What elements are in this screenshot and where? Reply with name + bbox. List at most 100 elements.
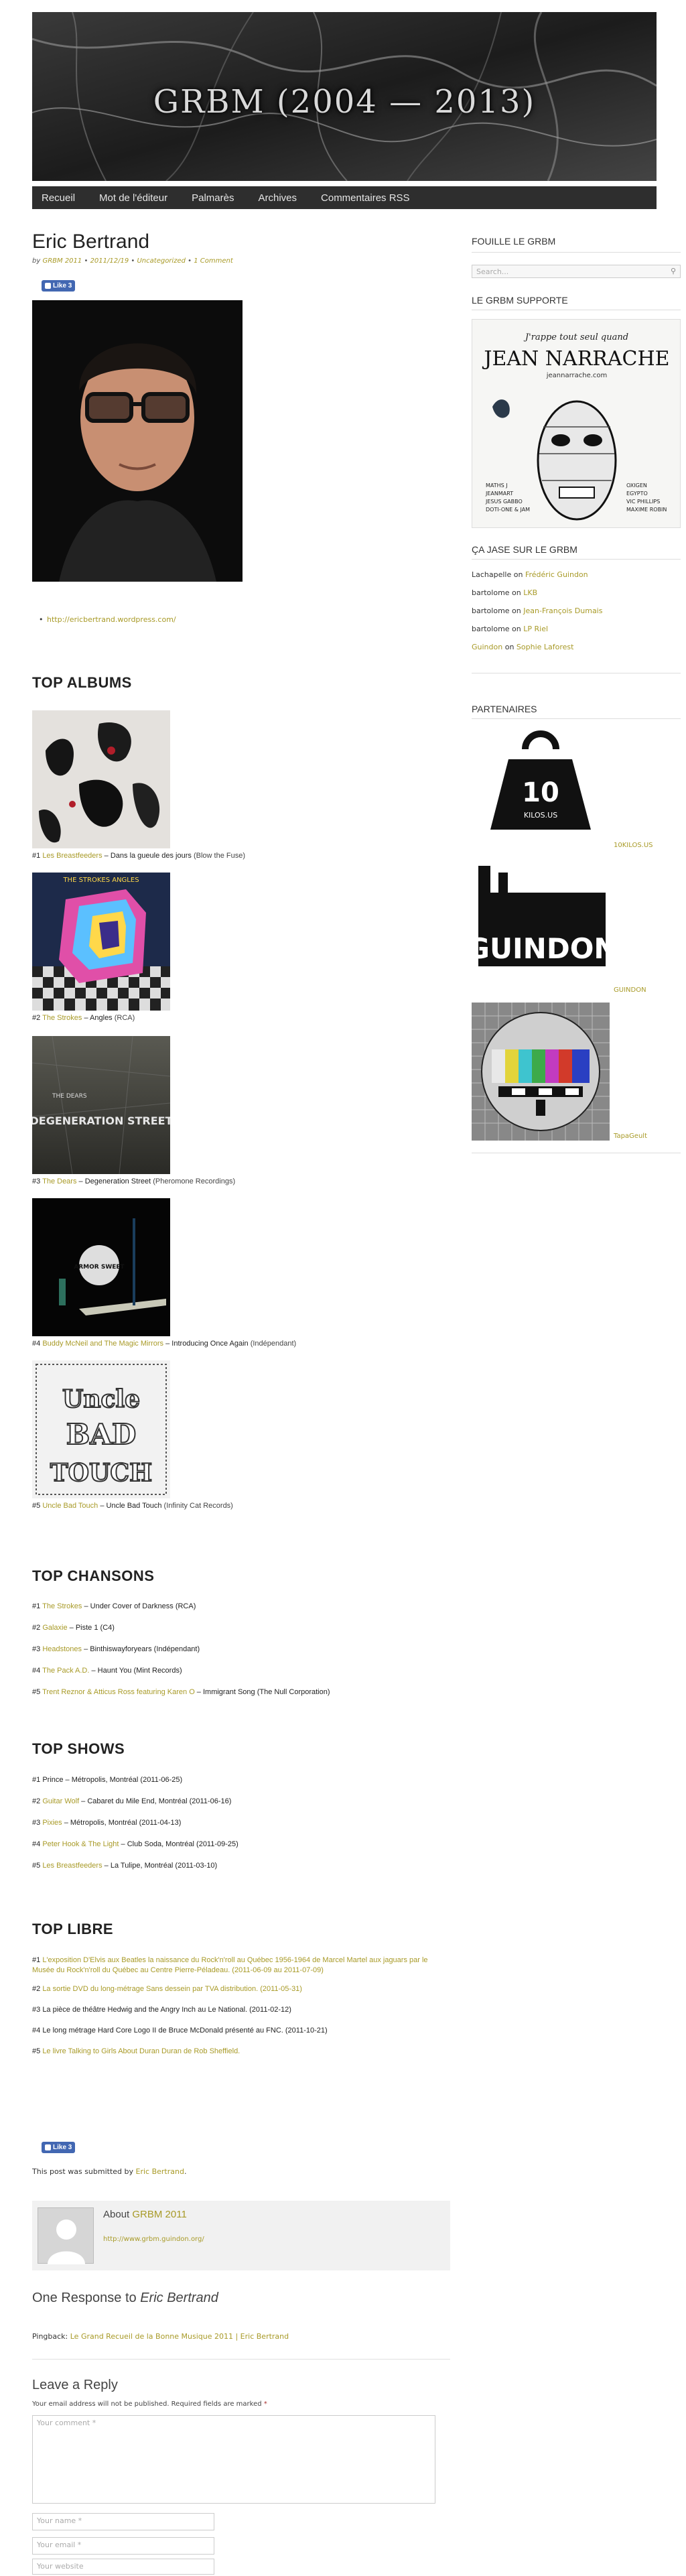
search-input[interactable]: Search... ⚲ xyxy=(472,265,681,278)
comment-on: on xyxy=(509,625,524,633)
svg-text:EGYPTO: EGYPTO xyxy=(626,491,648,497)
rank: #2 xyxy=(32,1624,41,1632)
artist-link[interactable]: The Dears xyxy=(42,1177,76,1185)
nav-item-mot-editeur[interactable]: Mot de l'éditeur xyxy=(99,192,167,204)
comment-post-link[interactable]: Frédéric Guindon xyxy=(525,570,588,579)
email-placeholder: Your email * xyxy=(37,2540,82,2549)
album-cover-strokes[interactable]: THE STROKES ANGLES xyxy=(32,873,170,1011)
submitted-author-link[interactable]: Eric Bertrand xyxy=(136,2167,184,2176)
meta-author-link[interactable]: GRBM 2011 xyxy=(42,257,82,265)
top-libre-heading: TOP LIBRE xyxy=(32,1921,114,1937)
partner-link-guindon[interactable]: GUINDON xyxy=(614,986,646,994)
name-placeholder: Your name * xyxy=(37,2516,82,2525)
cover-text: TOUCH xyxy=(50,1459,152,1487)
comment-textarea[interactable]: Your comment * xyxy=(32,2415,435,2504)
artist-link[interactable]: Les Breastfeeders xyxy=(42,1862,102,1870)
jean-narrache-ad[interactable]: J'rappe tout seul quand JEAN NARRACHE je… xyxy=(472,319,681,528)
author-url-link[interactable]: http://www.grbm.guindon.org/ xyxy=(103,2236,204,2243)
nav-item-recueil[interactable]: Recueil xyxy=(42,192,75,204)
cover-art: ARMOR SWEET xyxy=(32,1198,170,1336)
meta-category-link[interactable]: Uncategorized xyxy=(137,257,185,265)
svg-text:VIC PHILLIPS: VIC PHILLIPS xyxy=(626,499,660,505)
divider xyxy=(472,252,681,253)
rank: #5 xyxy=(32,1502,41,1510)
artist-link[interactable]: Uncle Bad Touch xyxy=(42,1502,98,1510)
album-cover-dears[interactable]: THE DEARS DEGENERATION STREET xyxy=(32,1036,170,1174)
meta-comments-link[interactable]: 1 Comment xyxy=(194,257,233,265)
libre-link[interactable]: La sortie DVD du long-métrage Sans desse… xyxy=(42,1985,302,1993)
svg-text:10: 10 xyxy=(522,777,559,808)
libre-link[interactable]: Le livre Talking to Girls About Duran Du… xyxy=(42,2047,240,2055)
fb-like-button-bottom[interactable]: Like 3 xyxy=(42,2142,76,2153)
partner-logo-10kilos[interactable]: 10 KILOS.US xyxy=(472,729,610,847)
required-mark: * xyxy=(263,2400,267,2408)
album-caption-3: #3 The Dears – Degeneration Street (Pher… xyxy=(32,1177,235,1185)
name-field[interactable]: Your name * xyxy=(32,2513,214,2530)
svg-text:JESUS GABBO: JESUS GABBO xyxy=(485,499,523,505)
comment-post-link[interactable]: LP Riel xyxy=(523,625,548,633)
submitted-prefix: This post was submitted by xyxy=(32,2167,136,2176)
top-shows-heading: TOP SHOWS xyxy=(32,1740,125,1757)
header-banner[interactable]: GRBM (2004 — 2013) xyxy=(32,12,657,181)
song-title: Haunt You xyxy=(97,1667,132,1675)
album-caption-2: #2 The Strokes – Angles (RCA) xyxy=(32,1014,135,1022)
cover-art xyxy=(32,710,170,848)
search-placeholder: Search... xyxy=(476,267,509,276)
top-chansons-heading: TOP CHANSONS xyxy=(32,1567,155,1584)
artist-link[interactable]: Guitar Wolf xyxy=(42,1797,79,1805)
reply-note-text: Your email address will not be published… xyxy=(32,2400,264,2408)
comment-placeholder: Your comment * xyxy=(37,2419,96,2427)
show-text: – Club Soda, Montréal (2011-09-25) xyxy=(119,1840,238,1848)
artist-link[interactable]: Pixies xyxy=(42,1819,62,1827)
album-cover-mcneil[interactable]: ARMOR SWEET xyxy=(32,1198,170,1336)
sep: – xyxy=(194,1688,203,1696)
artist-link[interactable]: Buddy McNeil and The Magic Mirrors xyxy=(42,1340,163,1348)
comment-author-link[interactable]: Guindon xyxy=(472,643,502,651)
artist-link[interactable]: Headstones xyxy=(42,1645,82,1653)
rank: #1 xyxy=(32,1602,41,1610)
email-field[interactable]: Your email * xyxy=(32,2537,214,2555)
partner-logo-tapageult[interactable] xyxy=(472,1003,610,1141)
meta-by: by xyxy=(32,257,41,265)
album-cover-breastfeeders[interactable] xyxy=(32,710,170,848)
artist-link[interactable]: Galaxie xyxy=(42,1624,67,1632)
artist-website-link[interactable]: http://ericbertrand.wordpress.com/ xyxy=(47,615,176,624)
comment-post-link[interactable]: LKB xyxy=(523,588,537,597)
thumbs-up-icon xyxy=(45,283,51,289)
list-item: #4 Le long métrage Hard Core Logo II de … xyxy=(32,2026,434,2036)
responses-title: Eric Bertrand xyxy=(140,2291,218,2305)
meta-date-link[interactable]: 2011/12/19 xyxy=(90,257,129,265)
artist-link[interactable]: Peter Hook & The Light xyxy=(42,1840,119,1848)
artist-link[interactable]: Trent Reznor & Atticus Ross featuring Ka… xyxy=(42,1688,195,1696)
artist-link[interactable]: The Strokes xyxy=(42,1602,82,1610)
nav-item-rss[interactable]: Commentaires RSS xyxy=(321,192,410,204)
comment-post-link[interactable]: Sophie Laforest xyxy=(517,643,574,651)
libre-text: Le long métrage Hard Core Logo II de Bru… xyxy=(42,2026,328,2035)
divider xyxy=(472,559,681,560)
artist-link[interactable]: Les Breastfeeders xyxy=(42,852,102,860)
nav-item-archives[interactable]: Archives xyxy=(258,192,297,204)
album-cover-uncle-bad-touch[interactable]: Uncle BAD TOUCH xyxy=(32,1360,170,1498)
search-icon[interactable]: ⚲ xyxy=(671,267,676,275)
partner-link-10kilos[interactable]: 10KILOS.US xyxy=(614,842,653,849)
list-bullet: • xyxy=(39,615,44,624)
partner-logo-guindon[interactable]: GUINDON xyxy=(466,859,618,984)
avatar xyxy=(38,2207,94,2264)
partner-link-tapageult[interactable]: TapaGeult xyxy=(614,1133,647,1140)
ad-illustration: J'rappe tout seul quand JEAN NARRACHE je… xyxy=(482,332,670,521)
top-albums-heading: TOP ALBUMS xyxy=(32,674,132,691)
fb-like-button[interactable]: Like 3 xyxy=(42,280,76,292)
show-text: – La Tulipe, Montréal (2011-03-10) xyxy=(102,1862,218,1870)
comment-post-link[interactable]: Jean-François Dumais xyxy=(523,606,602,615)
artist-link[interactable]: The Pack A.D. xyxy=(42,1667,89,1675)
nav-item-palmares[interactable]: Palmarès xyxy=(192,192,234,204)
artist-link[interactable]: The Strokes xyxy=(42,1014,82,1022)
recent-comment: Lachapelle on Frédéric Guindon xyxy=(472,570,681,580)
site-title[interactable]: GRBM (2004 — 2013) xyxy=(32,83,657,121)
website-field[interactable]: Your website xyxy=(32,2559,214,2575)
show-text: – Métropolis, Montréal (2011-04-13) xyxy=(62,1819,182,1827)
libre-link[interactable]: L'exposition D'Elvis aux Beatles la nais… xyxy=(32,1956,428,1974)
pingback-link[interactable]: Le Grand Recueil de la Bonne Musique 201… xyxy=(70,2332,289,2341)
svg-text:MATHS J: MATHS J xyxy=(486,482,508,489)
about-author-link[interactable]: GRBM 2011 xyxy=(132,2209,186,2220)
